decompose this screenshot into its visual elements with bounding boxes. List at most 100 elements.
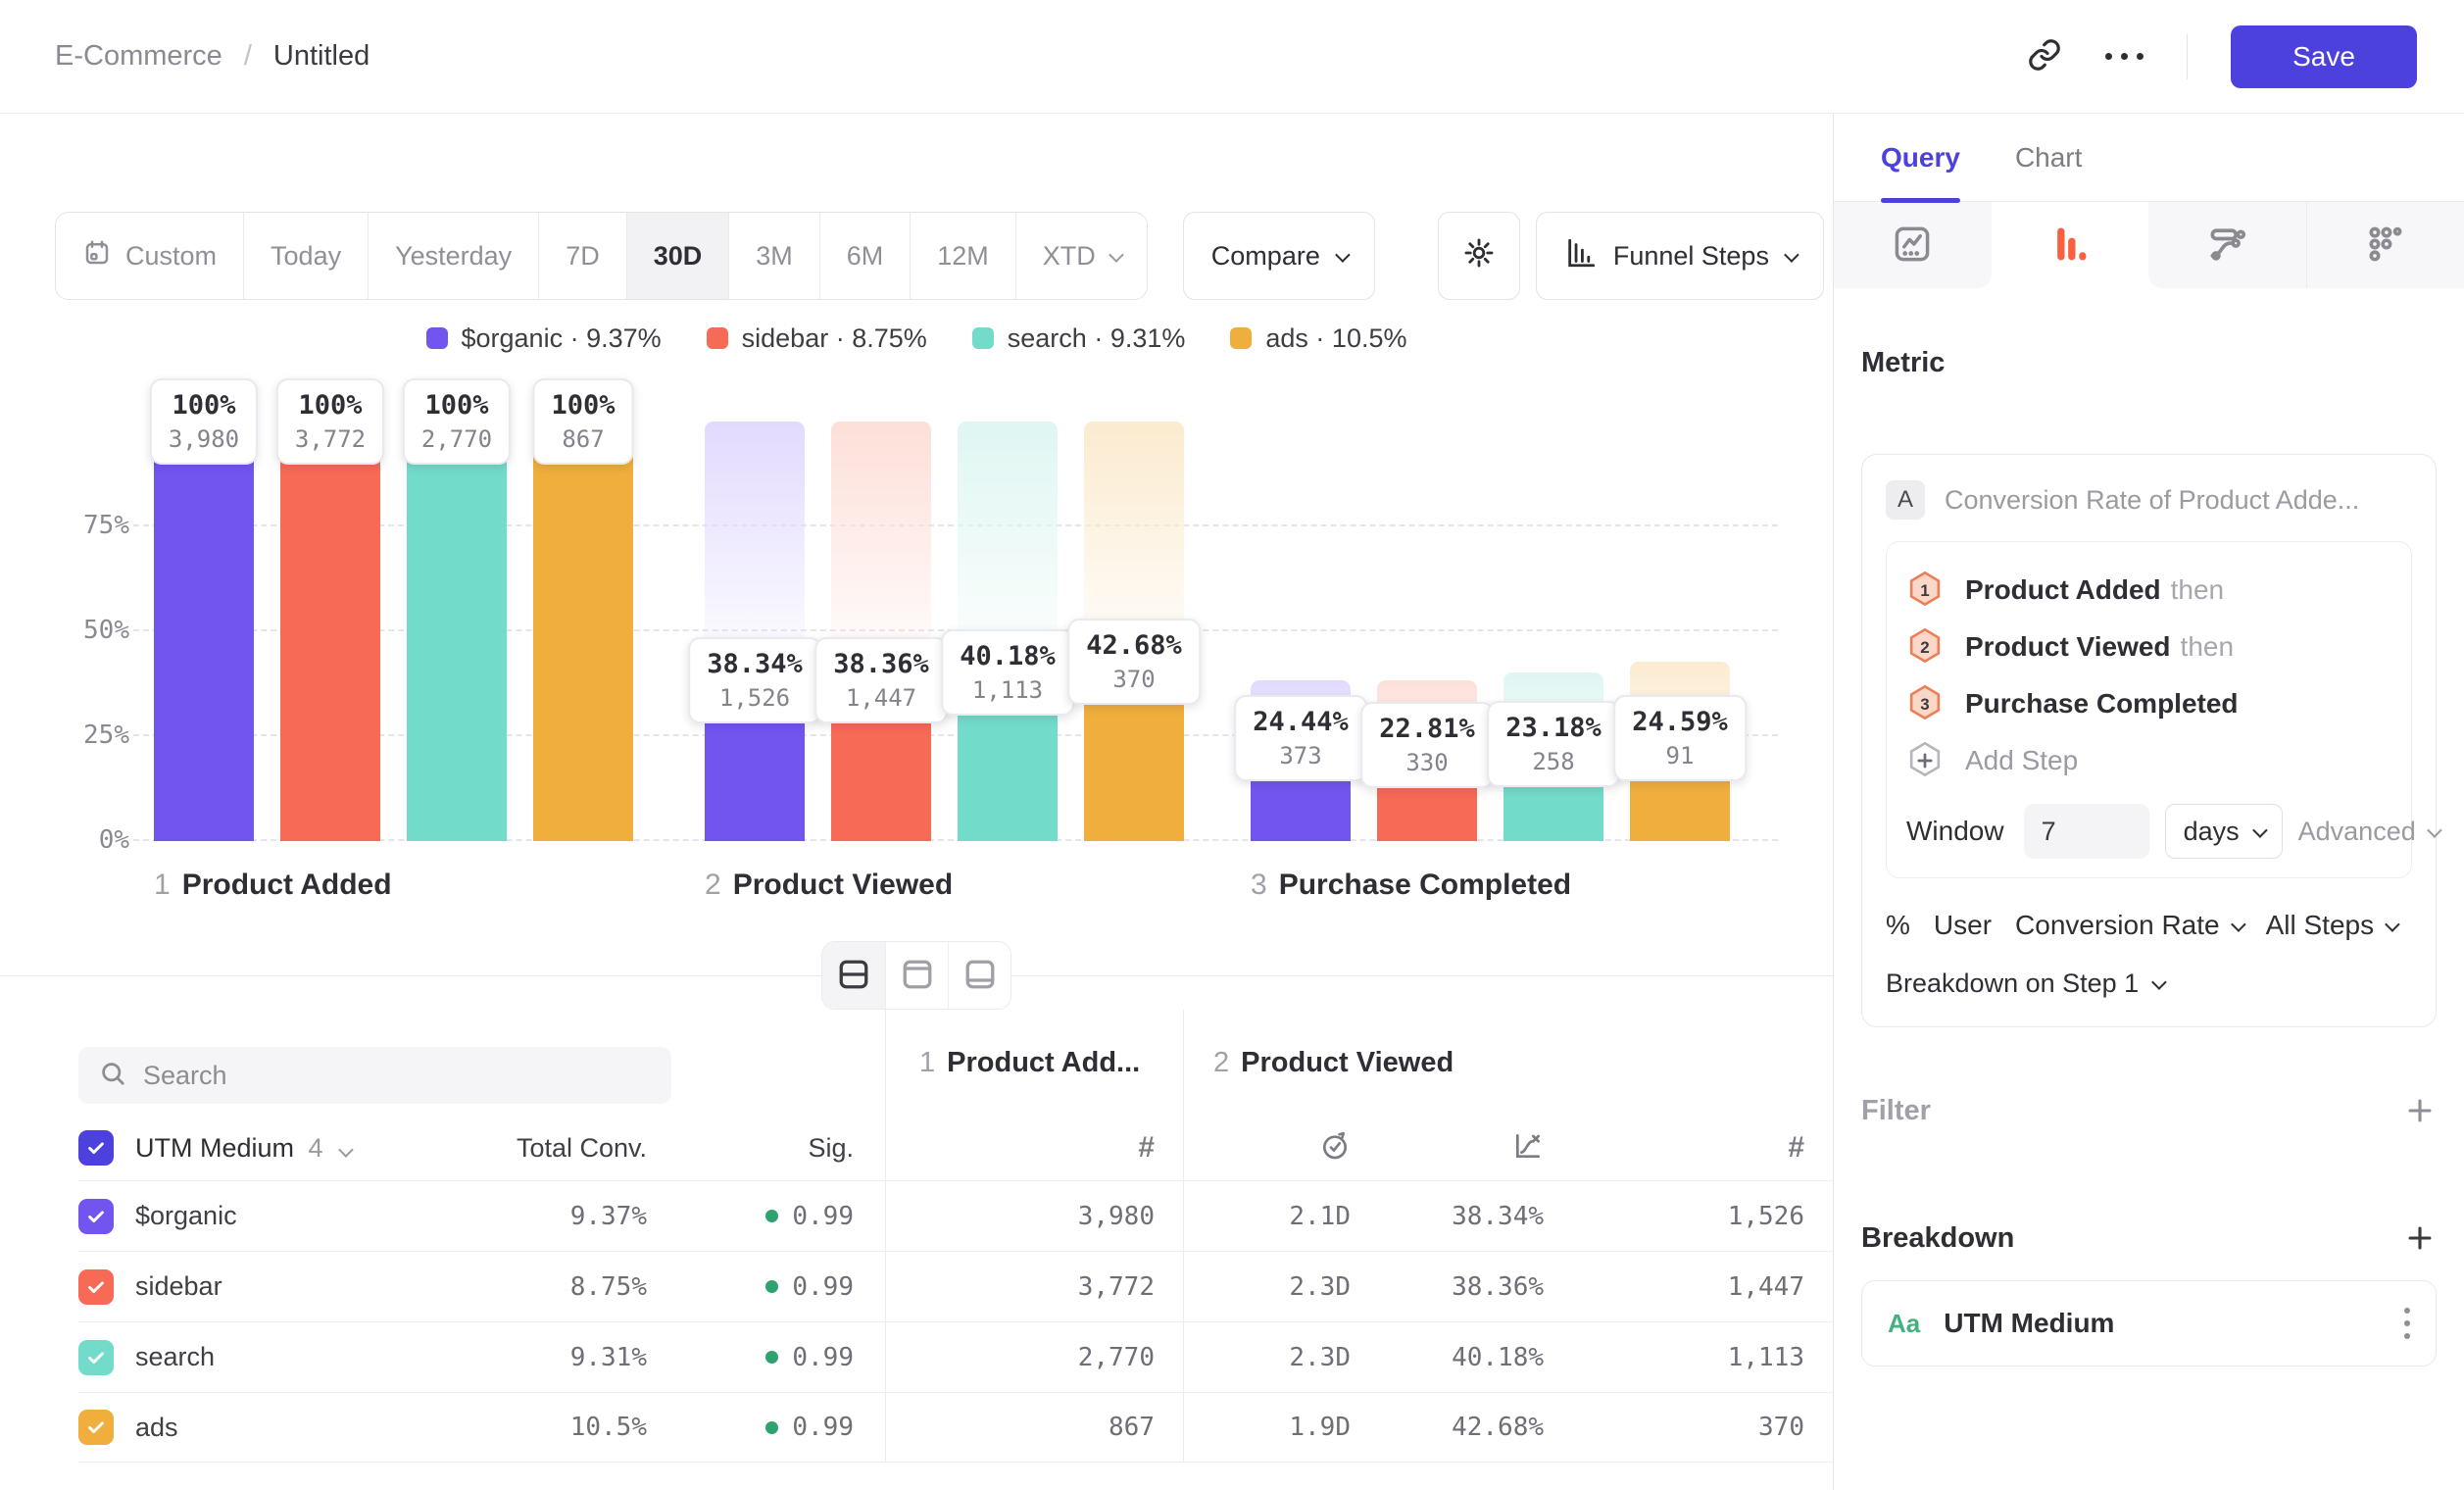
chart-type-funnel-active[interactable] bbox=[1992, 202, 2149, 288]
link-icon bbox=[2027, 37, 2062, 75]
step2-count-column-header[interactable]: # bbox=[1544, 1116, 1833, 1180]
bar-value-card: 100%867 bbox=[532, 378, 633, 465]
table-row-sidebar[interactable]: sidebar 8.75% 0.99 3,772 2.3D 38.36% 1,4… bbox=[78, 1251, 1833, 1321]
row-segment-name: sidebar bbox=[135, 1271, 222, 1302]
breakdown-property-card[interactable]: Aa UTM Medium bbox=[1861, 1280, 2437, 1366]
counting-method-selector[interactable]: User bbox=[1934, 910, 1992, 941]
add-filter-button[interactable] bbox=[2403, 1094, 2437, 1127]
chevron-down-icon bbox=[338, 1142, 354, 1158]
metric-type-selector[interactable]: Conversion Rate bbox=[2015, 910, 2242, 941]
range-custom[interactable]: Custom bbox=[56, 213, 243, 299]
window-value-input[interactable] bbox=[2024, 804, 2149, 859]
search-icon bbox=[98, 1059, 127, 1093]
range-6m[interactable]: 6M bbox=[819, 213, 911, 299]
hash-icon: # bbox=[1788, 1131, 1804, 1165]
chevron-down-icon bbox=[2252, 822, 2268, 838]
legend-item[interactable]: $organic · 9.37% bbox=[426, 323, 662, 354]
compare-button[interactable]: Compare bbox=[1183, 212, 1375, 300]
funnel-bar-$organic[interactable] bbox=[154, 422, 254, 841]
chart-type-insights[interactable] bbox=[1834, 202, 1992, 288]
breakdown-on-step-selector[interactable]: Breakdown on Step 1 bbox=[1886, 968, 2412, 999]
table-row-ads[interactable]: ads 10.5% 0.99 867 1.9D 42.68% 370 bbox=[78, 1392, 1833, 1463]
tab-chart[interactable]: Chart bbox=[2015, 114, 2082, 201]
chevron-down-icon bbox=[2427, 822, 2442, 838]
table-body: $organic 9.37% 0.99 3,980 2.1D 38.34% 1,… bbox=[78, 1180, 1833, 1463]
row-total-conv: 8.75% bbox=[451, 1252, 647, 1321]
legend-label: $organic · 9.37% bbox=[462, 323, 662, 354]
legend-item[interactable]: sidebar · 8.75% bbox=[707, 323, 927, 354]
row-checkbox[interactable] bbox=[78, 1269, 114, 1305]
range-3m[interactable]: 3M bbox=[728, 213, 819, 299]
row-conv-rate: 38.34% bbox=[1351, 1181, 1544, 1251]
add-step-button[interactable]: Add Step bbox=[1906, 732, 2391, 789]
row-step2-count: 1,526 bbox=[1544, 1181, 1833, 1251]
metric-title-row[interactable]: A Conversion Rate of Product Adde... bbox=[1886, 480, 2412, 520]
row-checkbox[interactable] bbox=[78, 1410, 114, 1445]
share-link-button[interactable] bbox=[2027, 37, 2062, 75]
add-breakdown-button[interactable] bbox=[2403, 1221, 2437, 1255]
query-step-3[interactable]: 3 Purchase Completed bbox=[1906, 675, 2391, 732]
select-all-checkbox[interactable] bbox=[78, 1130, 114, 1166]
row-checkbox[interactable] bbox=[78, 1340, 114, 1375]
range-12m[interactable]: 12M bbox=[910, 213, 1015, 299]
advanced-toggle[interactable]: Advanced bbox=[2298, 817, 2439, 847]
legend-item[interactable]: ads · 10.5% bbox=[1230, 323, 1406, 354]
tab-query[interactable]: Query bbox=[1881, 114, 1960, 201]
bottom-panel-icon bbox=[962, 957, 998, 995]
range-yesterday[interactable]: Yesterday bbox=[368, 213, 538, 299]
layout-bottom-button[interactable] bbox=[948, 942, 1010, 1009]
chart-legend: $organic · 9.37% sidebar · 8.75% search … bbox=[0, 322, 1833, 355]
group-by-selector[interactable]: UTM Medium 4 bbox=[135, 1133, 350, 1164]
breadcrumb-current[interactable]: Untitled bbox=[273, 40, 370, 73]
query-step-1[interactable]: 1 Product Addedthen bbox=[1906, 562, 2391, 619]
search-input[interactable] bbox=[143, 1061, 652, 1091]
funnel-bar-ads[interactable] bbox=[533, 422, 633, 841]
range-30d-selected[interactable]: 30D bbox=[626, 213, 729, 299]
window-unit-select[interactable]: days bbox=[2165, 804, 2283, 859]
breadcrumb-parent[interactable]: E-Commerce bbox=[55, 40, 222, 73]
funnel-bar-search[interactable] bbox=[407, 422, 507, 841]
chart-settings-button[interactable] bbox=[1438, 212, 1520, 300]
window-label: Window bbox=[1906, 816, 2004, 847]
query-step-2[interactable]: 2 Product Viewedthen bbox=[1906, 619, 2391, 675]
row-avg-time: 2.3D bbox=[1184, 1322, 1351, 1392]
conversion-window-row: Window days Advanced bbox=[1906, 803, 2391, 860]
conv-rate-column-header[interactable] bbox=[1351, 1116, 1544, 1180]
header-divider bbox=[2187, 34, 2188, 79]
funnel-view-selector[interactable]: Funnel Steps bbox=[1536, 212, 1824, 300]
range-xtd[interactable]: XTD bbox=[1015, 213, 1147, 299]
range-today[interactable]: Today bbox=[243, 213, 368, 299]
row-name-cell: ads bbox=[78, 1393, 451, 1462]
funnel-bar-sidebar[interactable] bbox=[280, 422, 380, 841]
bar-count: 370 bbox=[1086, 665, 1182, 695]
steps-scope-label: All Steps bbox=[2266, 910, 2375, 941]
more-options-button[interactable] bbox=[2105, 53, 2144, 60]
save-button[interactable]: Save bbox=[2231, 25, 2417, 88]
bar-count: 1,113 bbox=[960, 675, 1056, 706]
step2-column-header[interactable]: 2 Product Viewed bbox=[1184, 1010, 1833, 1116]
steps-scope-selector[interactable]: All Steps bbox=[2266, 910, 2397, 941]
add-step-label: Add Step bbox=[1965, 745, 2078, 776]
step1-column-header[interactable]: 1 Product Add... bbox=[886, 1010, 1184, 1116]
funnel-plot: 0%25%50%75%100%3,980100%3,772100%2,77010… bbox=[55, 384, 1778, 841]
gear-icon bbox=[1462, 236, 1496, 276]
table-search[interactable] bbox=[78, 1047, 671, 1104]
chevron-down-icon bbox=[2151, 974, 2167, 990]
table-row-search[interactable]: search 9.31% 0.99 2,770 2.3D 40.18% 1,11… bbox=[78, 1321, 1833, 1392]
group-header-cell: UTM Medium 4 bbox=[78, 1116, 451, 1180]
legend-item[interactable]: search · 9.31% bbox=[972, 323, 1186, 354]
table-row-$organic[interactable]: $organic 9.37% 0.99 3,980 2.1D 38.34% 1,… bbox=[78, 1180, 1833, 1251]
row-checkbox[interactable] bbox=[78, 1199, 114, 1234]
chart-type-flows[interactable] bbox=[2148, 202, 2306, 288]
sig-column-header[interactable]: Sig. bbox=[647, 1116, 886, 1180]
layout-top-button[interactable] bbox=[885, 942, 948, 1009]
chart-type-retention[interactable] bbox=[2306, 202, 2464, 288]
bar-value-card: 24.44%373 bbox=[1234, 695, 1367, 781]
layout-split-button[interactable] bbox=[822, 942, 885, 1009]
total-conv-column-header[interactable]: Total Conv. bbox=[451, 1116, 647, 1180]
step1-count-column-header[interactable]: # bbox=[886, 1116, 1184, 1180]
breakdown-options-kebab[interactable] bbox=[2404, 1308, 2410, 1339]
avg-time-column-header[interactable] bbox=[1184, 1116, 1351, 1180]
range-7d[interactable]: 7D bbox=[538, 213, 626, 299]
breakdown-heading: Breakdown bbox=[1861, 1222, 2014, 1255]
